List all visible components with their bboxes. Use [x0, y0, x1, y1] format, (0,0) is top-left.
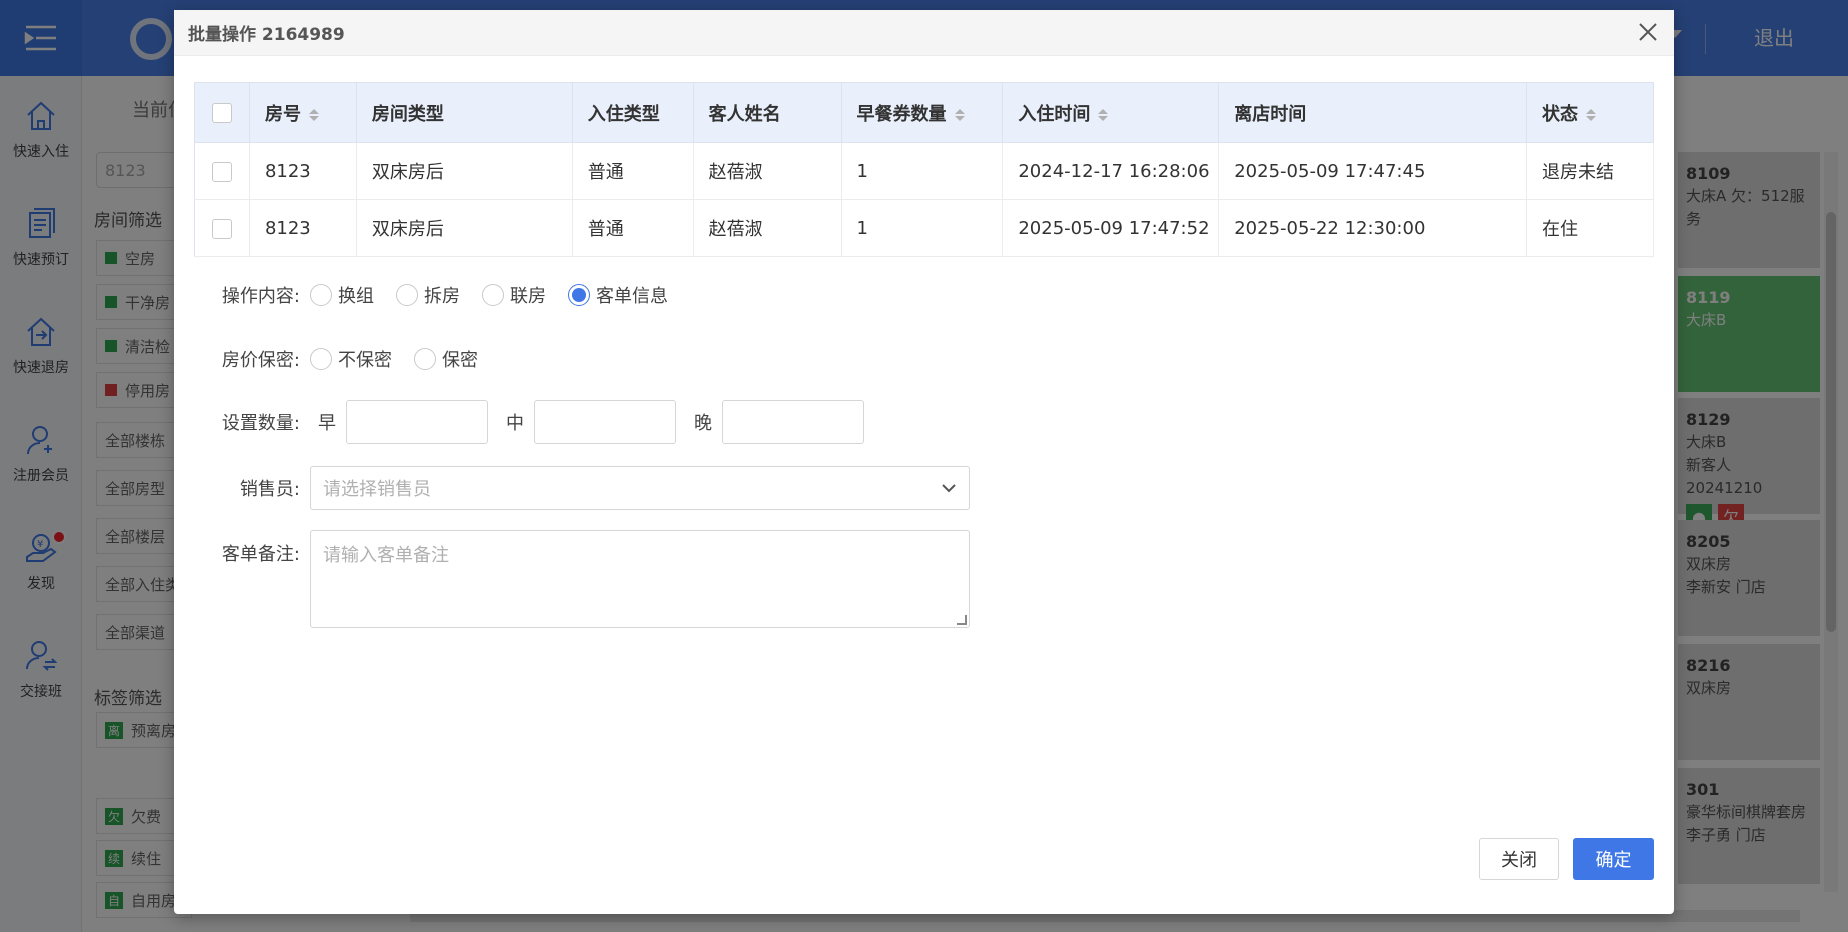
breakfast-qty-input[interactable] [346, 400, 488, 444]
price-secret-label: 房价保密: [221, 350, 300, 371]
operation-label: 操作内容: [221, 286, 300, 307]
sort-icon[interactable] [954, 108, 965, 121]
confirm-button[interactable]: 确定 [1573, 838, 1654, 880]
radio-circle [414, 348, 436, 370]
column-header: 房间类型 [356, 82, 573, 143]
radio-label: 保密 [442, 350, 478, 371]
select-all-cell [194, 82, 250, 143]
table-cell: 赵蓓淑 [693, 199, 842, 257]
radio-join-room[interactable]: 联房 [482, 282, 546, 308]
table-cell: 1 [841, 142, 1004, 200]
table-cell: 2024-12-17 16:28:06 [1002, 142, 1220, 200]
header-label: 房号 [264, 103, 301, 125]
select-placeholder: 请选择销售员 [323, 479, 431, 500]
header-label: 离店时间 [1234, 103, 1307, 125]
lunch-label: 中 [506, 413, 524, 434]
radio-secret[interactable]: 保密 [414, 346, 478, 372]
salesperson-label: 销售员: [239, 479, 300, 500]
radio-circle [310, 348, 332, 370]
lunch-qty-input[interactable] [534, 400, 676, 444]
chevron-down-icon [942, 484, 956, 493]
quantity-row: 设置数量: 早 中 晚 [208, 400, 864, 444]
sort-icon[interactable] [308, 108, 319, 121]
remark-row: 客单备注: 请输入客单备注 [208, 530, 970, 628]
dialog-header: 批量操作 2164989 [174, 10, 1674, 56]
close-button[interactable]: 关闭 [1479, 838, 1559, 880]
table-cell: 普通 [572, 142, 694, 200]
table-header-row: 房号 房间类型 入住类型 客人姓名 早餐券数量 入住时间 离店时间 状态 [194, 82, 1654, 143]
table-row[interactable]: 8123 双床房后 普通 赵蓓淑 1 2025-05-09 17:47:52 2… [194, 199, 1654, 257]
table-row[interactable]: 8123 双床房后 普通 赵蓓淑 1 2024-12-17 16:28:06 2… [194, 142, 1654, 200]
row-checkbox[interactable] [211, 218, 232, 239]
table-cell: 双床房后 [356, 142, 573, 200]
quantity-label: 设置数量: [221, 413, 300, 434]
table-cell: 8123 [249, 199, 357, 257]
table-cell: 双床房后 [356, 199, 573, 257]
column-header: 入住类型 [572, 82, 694, 143]
radio-circle [310, 284, 332, 306]
radio-label: 联房 [510, 286, 546, 307]
radio-change-group[interactable]: 换组 [310, 282, 374, 308]
sort-icon[interactable] [1586, 108, 1597, 121]
dinner-label: 晚 [694, 413, 712, 434]
header-label: 早餐券数量 [856, 103, 947, 125]
salesperson-select[interactable]: 请选择销售员 [310, 466, 970, 510]
table-cell: 8123 [249, 142, 357, 200]
table-cell: 普通 [572, 199, 694, 257]
row-select-cell [194, 142, 250, 200]
operation-row: 操作内容: 换组 拆房 联房 客单信息 [208, 282, 680, 308]
remark-textarea[interactable]: 请输入客单备注 [310, 530, 970, 628]
row-checkbox[interactable] [211, 161, 232, 182]
table-cell: 在住 [1526, 199, 1654, 257]
resize-handle-icon[interactable] [957, 615, 967, 625]
radio-circle [482, 284, 504, 306]
column-header[interactable]: 状态 [1526, 82, 1654, 143]
radio-label: 拆房 [424, 286, 460, 307]
row-select-cell [194, 199, 250, 257]
table-cell: 2025-05-09 17:47:45 [1218, 142, 1528, 200]
column-header: 离店时间 [1218, 82, 1528, 143]
header-label: 入住时间 [1018, 103, 1091, 125]
column-header[interactable]: 早餐券数量 [841, 82, 1004, 143]
batch-operation-dialog: 批量操作 2164989 房号 房间类型 入住类型 客人姓名 早餐券数量 入住时… [174, 10, 1674, 914]
table-cell: 1 [841, 199, 1004, 257]
table-cell: 2025-05-09 17:47:52 [1002, 199, 1220, 257]
column-header[interactable]: 房号 [249, 82, 357, 143]
radio-label: 换组 [338, 286, 374, 307]
table-cell: 赵蓓淑 [693, 142, 842, 200]
table-cell: 退房未结 [1526, 142, 1654, 200]
close-icon[interactable] [1632, 16, 1664, 48]
column-header: 客人姓名 [693, 82, 842, 143]
salesperson-row: 销售员: 请选择销售员 [208, 466, 970, 510]
price-secret-row: 房价保密: 不保密 保密 [208, 346, 490, 372]
breakfast-label: 早 [318, 413, 336, 434]
radio-label: 客单信息 [596, 286, 668, 307]
remark-label: 客单备注: [221, 544, 300, 565]
radio-not-secret[interactable]: 不保密 [310, 346, 392, 372]
column-header[interactable]: 入住时间 [1002, 82, 1220, 143]
header-label: 状态 [1542, 103, 1579, 125]
select-all-checkbox[interactable] [211, 103, 232, 123]
radio-circle [396, 284, 418, 306]
radio-guest-info[interactable]: 客单信息 [568, 282, 668, 308]
header-label: 客人姓名 [708, 103, 781, 125]
header-label: 入住类型 [587, 103, 660, 125]
header-label: 房间类型 [371, 103, 444, 125]
textarea-placeholder: 请输入客单备注 [323, 545, 449, 566]
dialog-title: 批量操作 2164989 [188, 25, 345, 45]
room-table: 房号 房间类型 入住类型 客人姓名 早餐券数量 入住时间 离店时间 状态 812… [194, 82, 1654, 257]
table-cell: 2025-05-22 12:30:00 [1218, 199, 1528, 257]
sort-icon[interactable] [1098, 108, 1109, 121]
radio-label: 不保密 [338, 350, 392, 371]
dinner-qty-input[interactable] [722, 400, 864, 444]
radio-circle-selected [568, 284, 590, 306]
radio-split-room[interactable]: 拆房 [396, 282, 460, 308]
